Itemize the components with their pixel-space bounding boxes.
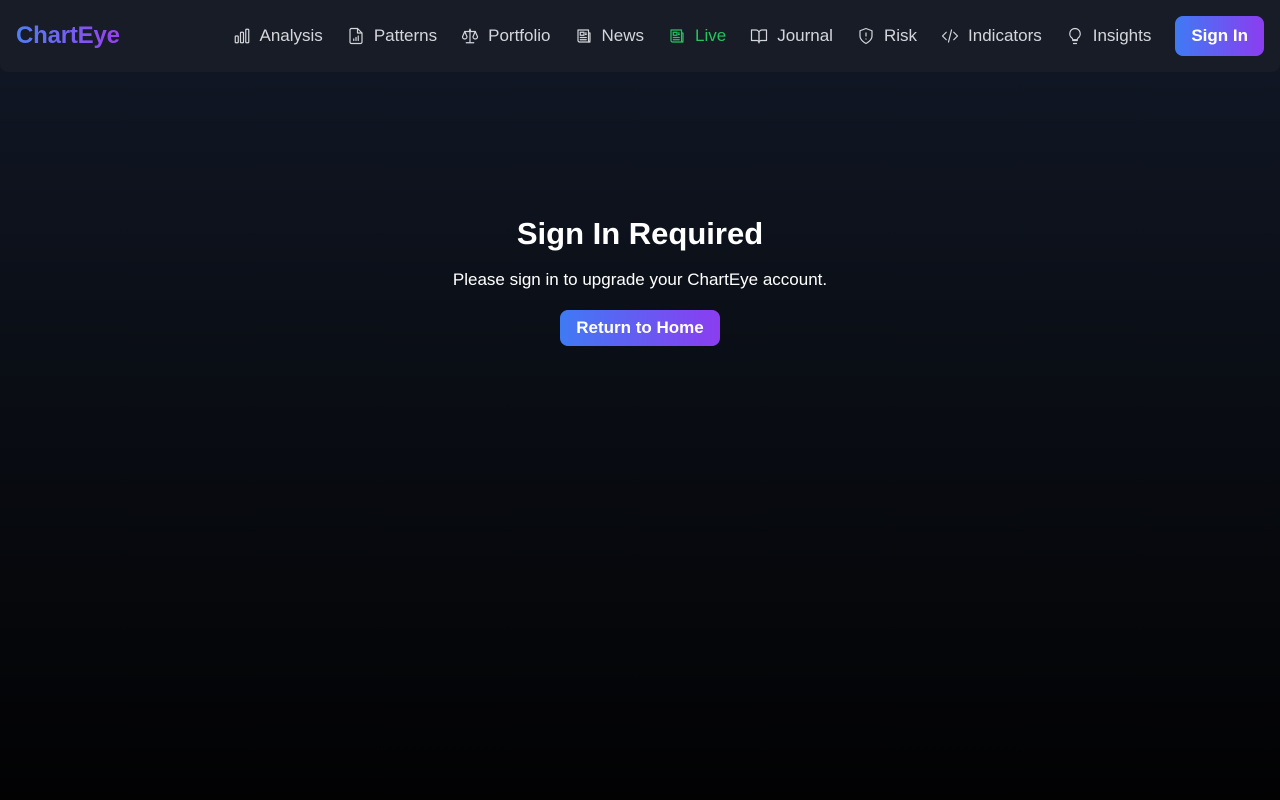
nav-item-label: Journal <box>777 26 833 45</box>
nav-item-patterns[interactable]: Patterns <box>335 16 449 56</box>
shield-alert-icon <box>859 27 873 45</box>
nav-item-label: Analysis <box>259 26 323 45</box>
nav-item-news[interactable]: News <box>563 16 657 56</box>
nav-item-label: Live <box>695 26 727 45</box>
live-newspaper-icon <box>670 29 684 43</box>
bar-chart-icon <box>234 28 249 44</box>
scale-icon <box>462 28 479 44</box>
nav-item-portfolio[interactable]: Portfolio <box>449 16 562 56</box>
nav-item-journal[interactable]: Journal <box>738 16 845 56</box>
sign-in-message: Please sign in to upgrade your ChartEye … <box>452 270 828 289</box>
return-home-button[interactable]: Return to Home <box>560 310 720 346</box>
newspaper-icon <box>576 29 591 43</box>
nav-item-live[interactable]: Live <box>656 16 738 56</box>
sign-in-button[interactable]: Sign In <box>1175 16 1264 56</box>
nav-item-label: News <box>601 26 645 45</box>
nav-item-indicators[interactable]: Indicators <box>929 16 1054 56</box>
book-icon <box>751 29 768 44</box>
lightbulb-icon <box>1068 27 1081 45</box>
file-chart-icon <box>349 27 363 45</box>
nav-item-label: Patterns <box>373 26 438 45</box>
code-icon <box>941 29 959 43</box>
page-title: Sign In Required <box>516 216 764 251</box>
nav-item-label: Portfolio <box>488 26 551 45</box>
nav-item-label: Risk <box>883 26 918 45</box>
top-navbar: ChartEye Analysis Patterns Portfolio New… <box>0 0 1280 72</box>
nav-item-insights[interactable]: Insights <box>1054 16 1164 56</box>
nav-item-label: Insights <box>1092 26 1152 45</box>
nav-item-label: Indicators <box>968 26 1042 45</box>
brand-logo[interactable]: ChartEye <box>16 22 120 50</box>
nav-item-risk[interactable]: Risk <box>845 16 929 56</box>
main-nav: Analysis Patterns Portfolio News Live Jo… <box>221 0 1264 72</box>
nav-item-analysis[interactable]: Analysis <box>221 16 335 56</box>
sign-in-required-panel: Sign In Required Please sign in to upgra… <box>0 212 1280 346</box>
